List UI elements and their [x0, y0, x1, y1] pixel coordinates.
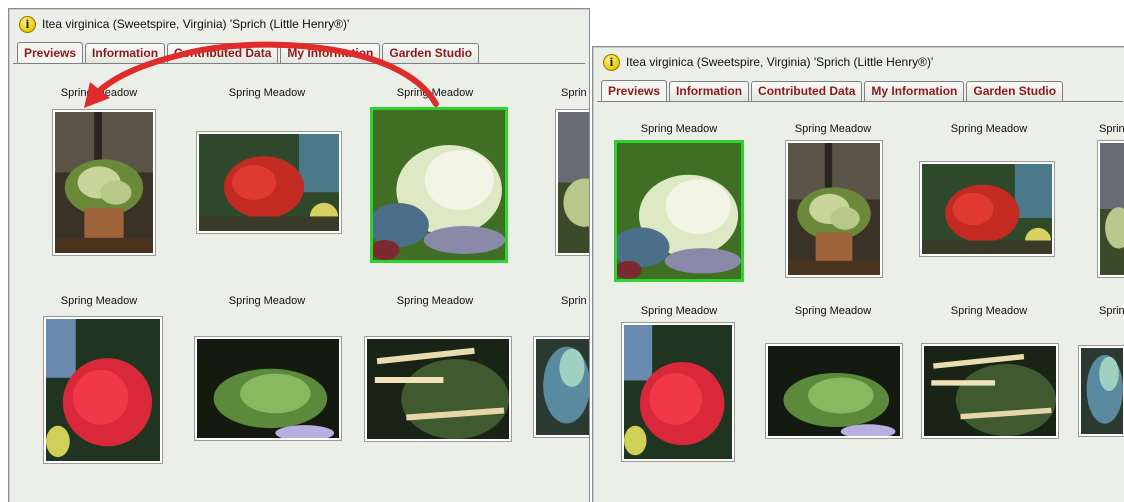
preview-grid: Spring Meadow Spring Meadow Spring Meado…	[9, 65, 589, 502]
window-title: Itea virginica (Sweetspire, Virginia) 'S…	[626, 55, 934, 69]
preview-caption: Sprin	[561, 87, 587, 99]
preview-caption: Spring Meadow	[794, 305, 872, 317]
tab-strip: Previews Information Contributed Data My…	[601, 79, 1065, 102]
title-bar: i Itea virginica (Sweetspire, Virginia) …	[9, 9, 589, 39]
tab-divider	[597, 101, 1123, 102]
preview-caption: Spring Meadow	[640, 305, 718, 317]
preview-caption: Spring Meadow	[950, 305, 1028, 317]
tab-garden-studio[interactable]: Garden Studio	[966, 81, 1064, 101]
flower-spikes-photo	[367, 339, 509, 439]
tab-contributed-data[interactable]: Contributed Data	[167, 43, 279, 63]
green-mound-photo	[197, 339, 339, 438]
preview-image-flower-spikes[interactable]	[364, 336, 512, 442]
preview-caption: Spring Meadow	[228, 295, 306, 307]
red-foliage-photo	[922, 164, 1052, 254]
preview-grid: Spring Meadow Spring Meadow Spring Meado…	[593, 103, 1124, 502]
white-flower-photo	[617, 143, 741, 279]
preview-caption: Spring Meadow	[60, 87, 138, 99]
preview-caption: Spring Meadow	[396, 295, 474, 307]
plant-window-before: i Itea virginica (Sweetspire, Virginia) …	[8, 8, 590, 502]
preview-caption: Sprin	[1099, 305, 1124, 317]
preview-image-potted-sweetspire[interactable]	[52, 109, 156, 256]
preview-image-partial-blue[interactable]	[533, 336, 589, 438]
partial-blue-photo	[536, 339, 589, 435]
tab-information[interactable]: Information	[85, 43, 166, 63]
potted-plant-photo	[788, 143, 880, 275]
preview-caption: Spring Meadow	[640, 123, 718, 135]
white-flower-photo	[373, 110, 505, 260]
preview-image-potted-sweetspire[interactable]	[785, 140, 883, 278]
tab-previews[interactable]: Previews	[17, 42, 84, 64]
red-foliage-photo	[199, 134, 339, 231]
preview-caption: Spring Meadow	[228, 87, 306, 99]
tab-my-information[interactable]: My Information	[864, 81, 965, 101]
partial-blue-photo	[1081, 348, 1123, 434]
preview-image-red-foliage[interactable]	[196, 131, 342, 234]
flower-spikes-photo	[924, 346, 1056, 436]
preview-caption: Spring Meadow	[396, 87, 474, 99]
preview-image-green-mound[interactable]	[765, 343, 903, 439]
plant-window-after: i Itea virginica (Sweetspire, Virginia) …	[592, 46, 1124, 502]
tab-previews[interactable]: Previews	[601, 80, 668, 102]
preview-caption: Sprin	[561, 295, 587, 307]
red-shrub-photo	[624, 325, 732, 459]
preview-caption: Spring Meadow	[794, 123, 872, 135]
preview-image-partial-blue[interactable]	[1078, 345, 1124, 437]
preview-image-red-foliage[interactable]	[919, 161, 1055, 257]
potted-plant-photo	[55, 112, 153, 253]
preview-caption: Spring Meadow	[950, 123, 1028, 135]
preview-image-partial[interactable]	[555, 109, 589, 256]
preview-image-flowering-selected[interactable]	[614, 140, 744, 282]
title-bar: i Itea virginica (Sweetspire, Virginia) …	[593, 47, 1124, 77]
partial-plant-photo	[1100, 143, 1124, 275]
info-icon: i	[603, 53, 620, 71]
preview-image-red-shrub[interactable]	[621, 322, 735, 462]
red-shrub-photo	[46, 319, 160, 461]
preview-image-flowering-selected[interactable]	[370, 107, 508, 263]
tab-garden-studio[interactable]: Garden Studio	[382, 43, 480, 63]
preview-image-flower-spikes[interactable]	[921, 343, 1059, 439]
preview-image-red-shrub[interactable]	[43, 316, 163, 464]
tab-divider	[13, 63, 585, 64]
preview-image-green-mound[interactable]	[194, 336, 342, 441]
tab-information[interactable]: Information	[669, 81, 750, 101]
info-icon: i	[19, 15, 36, 33]
green-mound-photo	[768, 346, 900, 436]
window-title: Itea virginica (Sweetspire, Virginia) 'S…	[42, 17, 350, 31]
preview-image-partial[interactable]	[1097, 140, 1124, 278]
preview-caption: Spring Meadow	[60, 295, 138, 307]
tab-contributed-data[interactable]: Contributed Data	[751, 81, 863, 101]
partial-plant-photo	[558, 112, 589, 253]
preview-caption: Sprin	[1099, 123, 1124, 135]
tab-my-information[interactable]: My Information	[280, 43, 381, 63]
tab-strip: Previews Information Contributed Data My…	[17, 41, 481, 64]
